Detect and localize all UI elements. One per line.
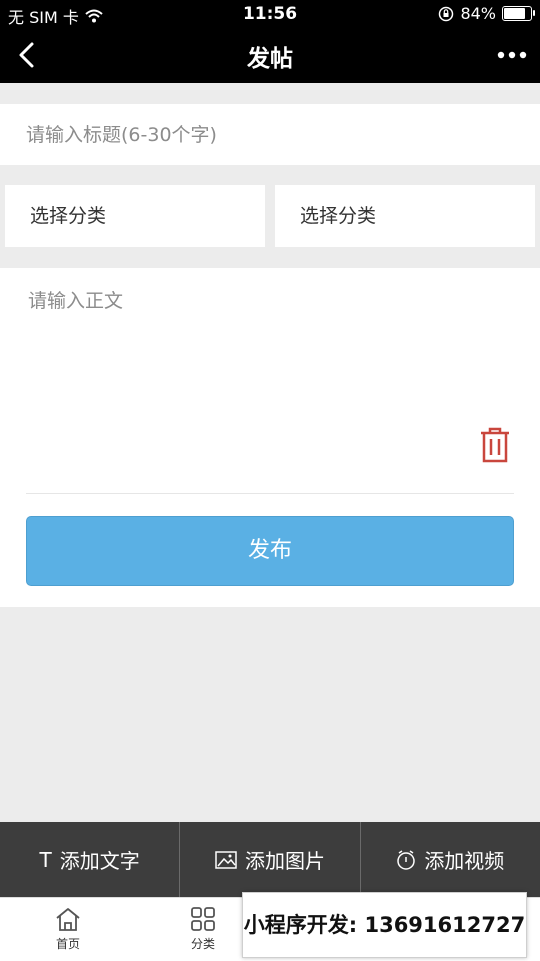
ad-banner: 小程序开发: 13691612727 — [242, 892, 527, 958]
home-icon — [56, 908, 80, 931]
add-text-label: 添加文字 — [59, 849, 140, 873]
tab-home-label: 首页 — [55, 937, 80, 951]
trash-icon[interactable] — [478, 426, 512, 464]
tab-category[interactable]: 分类 — [163, 898, 243, 961]
status-bar: 无 SIM 卡 11:56 84% — [0, 0, 540, 28]
status-right: 84% — [438, 4, 535, 23]
divider — [26, 493, 514, 494]
tab-category-label: 分类 — [190, 937, 215, 951]
battery-fill — [504, 8, 525, 19]
text-icon: T — [39, 847, 52, 872]
category-select-2[interactable]: 选择分类 — [275, 185, 535, 247]
content-panel: 发布 — [0, 268, 540, 607]
video-icon — [397, 849, 416, 870]
battery-icon — [502, 6, 535, 21]
add-content-toolbar: T 添加文字 添加图片 添加视频 — [0, 822, 540, 897]
image-icon — [215, 850, 237, 869]
tab-home[interactable]: 首页 — [28, 898, 108, 961]
grid-icon — [191, 907, 215, 931]
category-select-1[interactable]: 选择分类 — [5, 185, 265, 247]
add-image-label: 添加图片 — [244, 849, 325, 873]
publish-button[interactable]: 发布 — [26, 516, 514, 586]
title-input[interactable] — [0, 104, 540, 165]
page-title: 发帖 — [247, 46, 293, 72]
navigation-bar: 发帖 — [0, 28, 540, 83]
battery-percent: 84% — [460, 4, 496, 23]
add-video-label: 添加视频 — [424, 849, 505, 873]
add-video-button[interactable]: 添加视频 — [359, 822, 540, 897]
lock-rotation-icon — [439, 6, 454, 21]
body-input[interactable] — [26, 284, 470, 478]
add-image-button[interactable]: 添加图片 — [179, 822, 359, 897]
add-text-button[interactable]: T 添加文字 — [0, 822, 179, 897]
more-dots-icon[interactable] — [494, 40, 530, 70]
